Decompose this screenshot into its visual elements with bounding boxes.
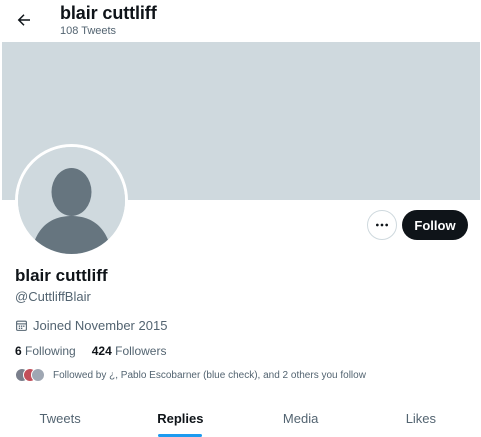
follow-stats: 6 Following 424 Followers — [15, 344, 166, 358]
header-name: blair cuttliff — [60, 3, 157, 23]
following-count: 6 — [15, 344, 22, 358]
avatar[interactable] — [15, 144, 128, 257]
handle: @CuttliffBlair — [15, 289, 91, 304]
followed-by-text: Followed by ¿, Pablo Escobarner (blue ch… — [53, 369, 366, 381]
tab-tweets-label: Tweets — [39, 411, 81, 426]
tab-media[interactable]: Media — [241, 398, 361, 437]
tab-media-label: Media — [282, 411, 319, 426]
display-name: blair cuttliff — [15, 266, 108, 285]
follow-button[interactable]: Follow — [402, 210, 468, 240]
following-link[interactable]: 6 Following — [15, 344, 76, 358]
mini-avatar — [31, 368, 45, 382]
followers-link[interactable]: 424 Followers — [92, 344, 167, 358]
join-date: Joined November 2015 — [15, 318, 167, 333]
tab-likes-label: Likes — [405, 411, 437, 426]
followers-label: Followers — [115, 344, 167, 358]
tweet-count: 108 Tweets — [60, 25, 117, 37]
tab-tweets[interactable]: Tweets — [0, 398, 120, 437]
top-bar: blair cuttliff 108 Tweets — [0, 0, 481, 42]
more-button[interactable] — [367, 210, 397, 240]
followers-count: 424 — [91, 344, 112, 358]
following-label: Following — [25, 344, 76, 358]
follower-avatars — [15, 368, 45, 382]
profile-tabs: Tweets Replies Media Likes — [0, 398, 481, 437]
tab-likes[interactable]: Likes — [361, 398, 481, 437]
back-button[interactable] — [12, 8, 36, 32]
join-date-label: Joined November 2015 — [33, 318, 168, 333]
calendar-icon — [16, 320, 27, 331]
default-avatar-icon — [18, 147, 125, 254]
tab-replies-label: Replies — [157, 411, 204, 426]
more-horizontal-icon — [376, 223, 388, 227]
arrow-left-icon — [17, 14, 30, 26]
followed-by-link[interactable]: Followed by ¿, Pablo Escobarner (blue ch… — [15, 368, 366, 382]
tab-replies[interactable]: Replies — [120, 398, 240, 437]
